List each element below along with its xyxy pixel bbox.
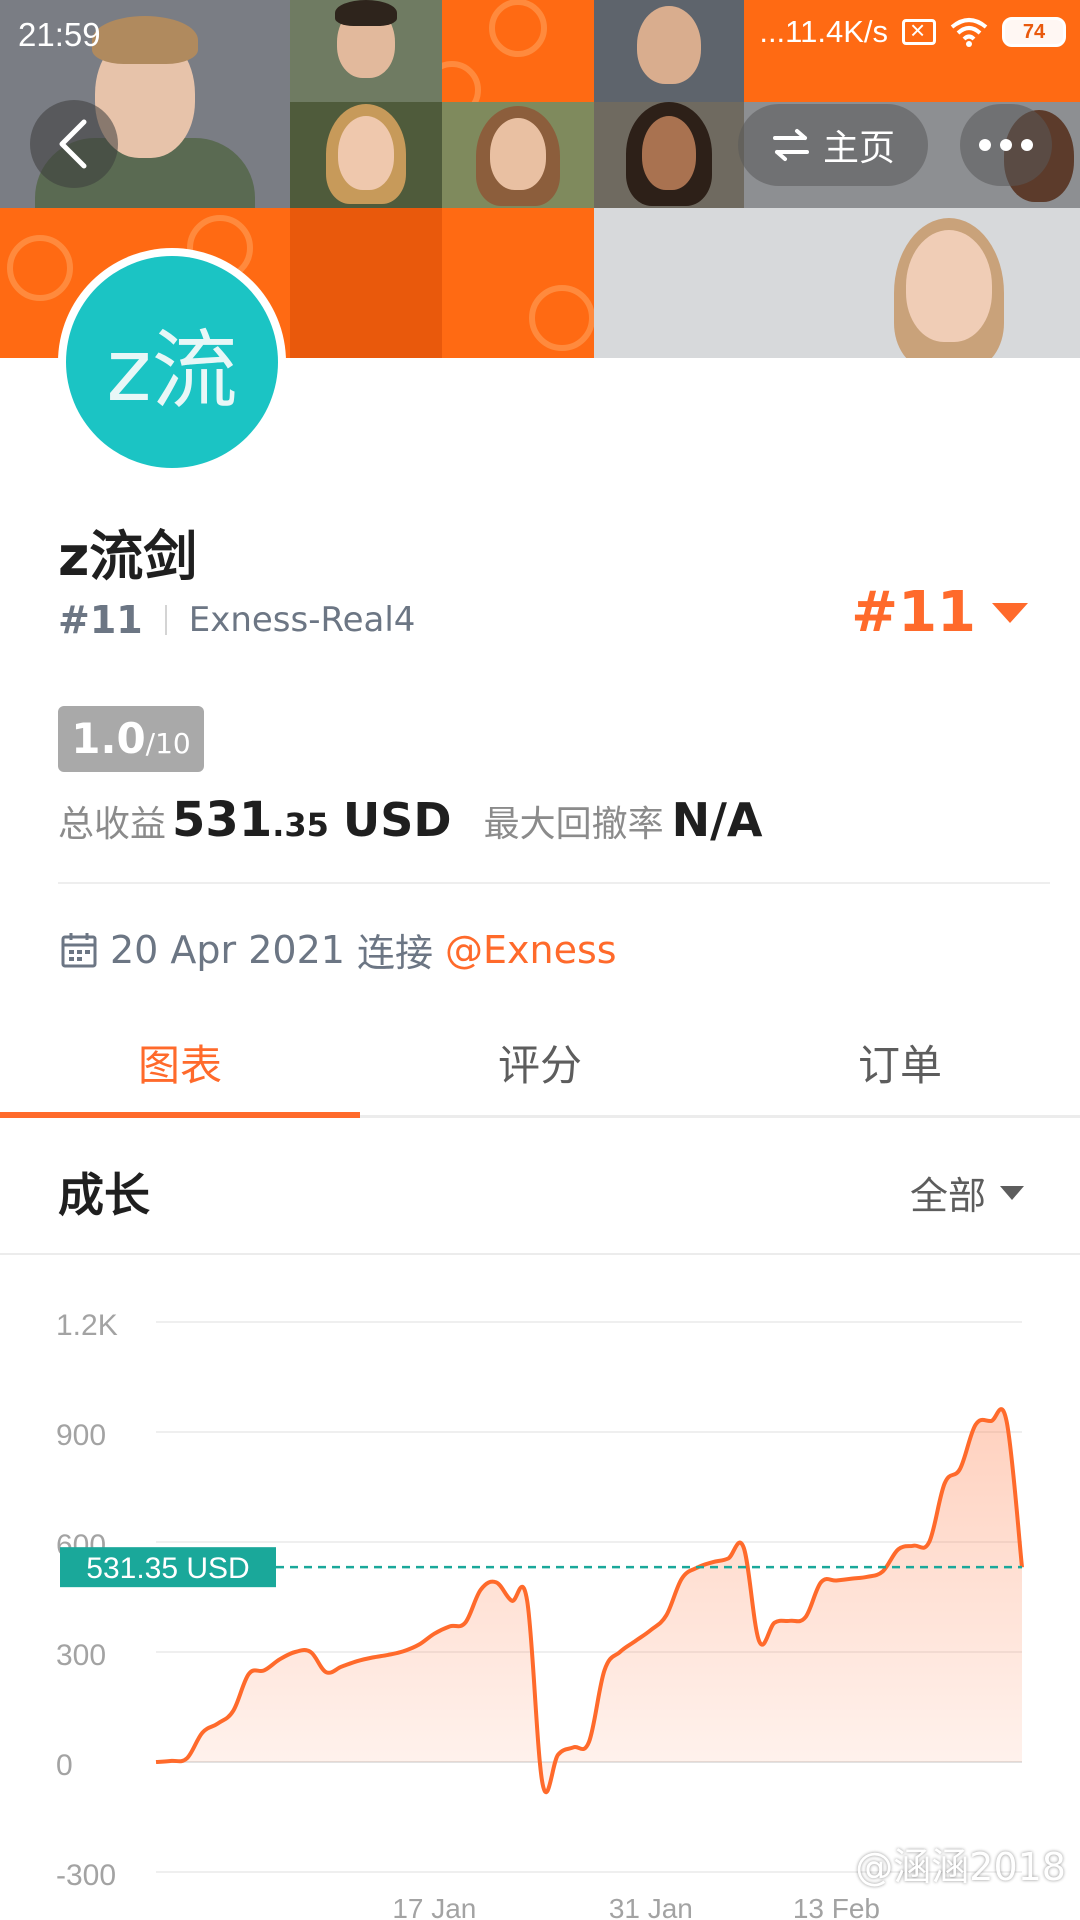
broker-link[interactable]: @Exness: [445, 928, 617, 972]
banner-photo-tile: [442, 102, 594, 208]
calendar-icon: [61, 932, 97, 967]
more-dots-icon: [979, 139, 991, 151]
y-tick-label: -300: [56, 1859, 116, 1892]
x-tick-label: 31 Jan: [609, 1893, 693, 1920]
max-drawdown-value: N/A: [671, 793, 763, 847]
more-dot: [1021, 139, 1033, 151]
score-value: 1.0: [71, 714, 146, 763]
more-options-button[interactable]: [960, 104, 1052, 186]
total-profit-int: 531: [172, 792, 273, 848]
sim-disabled-icon: [902, 15, 936, 46]
total-profit-dec: .35: [272, 806, 329, 844]
total-profit-value: 531.35: [172, 792, 329, 848]
growth-area: [156, 1409, 1022, 1793]
caret-down-icon: [992, 602, 1028, 623]
tab-orders[interactable]: 订单: [720, 1010, 1080, 1115]
growth-header: 成长 全部: [0, 1121, 1080, 1255]
rank-badge: #11: [851, 580, 976, 645]
divider: [164, 605, 167, 635]
back-button[interactable]: [30, 100, 118, 188]
status-time: 21:59: [18, 16, 101, 53]
banner-pattern-tile: [442, 208, 594, 358]
stats-row: 总收益 531.35 USD 最大回撤率 N/A: [58, 792, 763, 848]
avatar[interactable]: z流: [58, 248, 286, 476]
watermark: @涵涵2018: [855, 1845, 1066, 1889]
y-tick-label: 0: [56, 1749, 73, 1782]
tab-rating[interactable]: 评分: [360, 1010, 720, 1115]
y-tick-label: 1.2K: [56, 1309, 118, 1342]
total-profit-unit: USD: [342, 793, 452, 847]
range-label: 全部: [909, 1174, 986, 1218]
banner-photo-tile: [594, 102, 744, 208]
more-dot: [1000, 139, 1012, 151]
connection-info: 20 Apr 2021 连接 @Exness: [60, 922, 617, 977]
current-value-label: 531.35 USD: [86, 1552, 249, 1585]
max-drawdown-label: 最大回撤率: [483, 804, 664, 845]
score-badge: 1.0 /10: [58, 706, 204, 772]
home-button[interactable]: 主页: [738, 104, 928, 186]
connected-label: 连接: [356, 931, 433, 975]
profile-name: z流剑: [58, 525, 198, 588]
rank-dropdown[interactable]: #11: [851, 580, 1028, 645]
range-dropdown[interactable]: 全部: [910, 1165, 1024, 1220]
banner-photo-tile: [594, 208, 1080, 358]
avatar-text: z流: [66, 256, 278, 468]
tab-chart[interactable]: 图表: [0, 1010, 360, 1118]
swap-arrows-icon: [772, 129, 809, 161]
caret-down-icon: [1000, 1185, 1024, 1200]
server-name: Exness-Real4: [188, 600, 416, 640]
chevron-left-icon: [59, 119, 87, 169]
total-profit-label: 总收益: [58, 804, 167, 845]
y-tick-label: 300: [56, 1639, 106, 1672]
banner-pattern-tile: [290, 208, 442, 358]
status-bar: 21:59 ...11.4K/s 74: [0, 0, 1080, 72]
battery-icon: 74: [1002, 17, 1066, 47]
home-button-label: 主页: [822, 128, 895, 169]
growth-chart[interactable]: 1.2K 900 600 300 0 -300 17 Jan 31 Jan 13 Feb 531.…: [0, 1256, 1080, 1920]
profile-meta: #11 Exness-Real4: [58, 598, 415, 642]
wifi-icon: [950, 18, 988, 47]
divider: [58, 882, 1050, 884]
x-tick-label: 13 Feb: [793, 1893, 880, 1920]
x-tick-label: 17 Jan: [392, 1893, 476, 1920]
rank-label: #11: [58, 598, 143, 642]
growth-chart-svg: 1.2K9006003000-30017 Jan 31 Jan 13 Feb531.…: [56, 1309, 1024, 1920]
banner-photo-tile: [290, 102, 442, 208]
connected-date: 20 Apr 2021: [110, 927, 345, 972]
section-title: 成长: [58, 1168, 150, 1222]
y-tick-label: 900: [56, 1419, 106, 1452]
network-speed: ...11.4K/s: [759, 14, 888, 49]
tab-bar: 图表 评分 订单: [0, 1010, 1080, 1118]
score-max: /10: [145, 727, 191, 760]
